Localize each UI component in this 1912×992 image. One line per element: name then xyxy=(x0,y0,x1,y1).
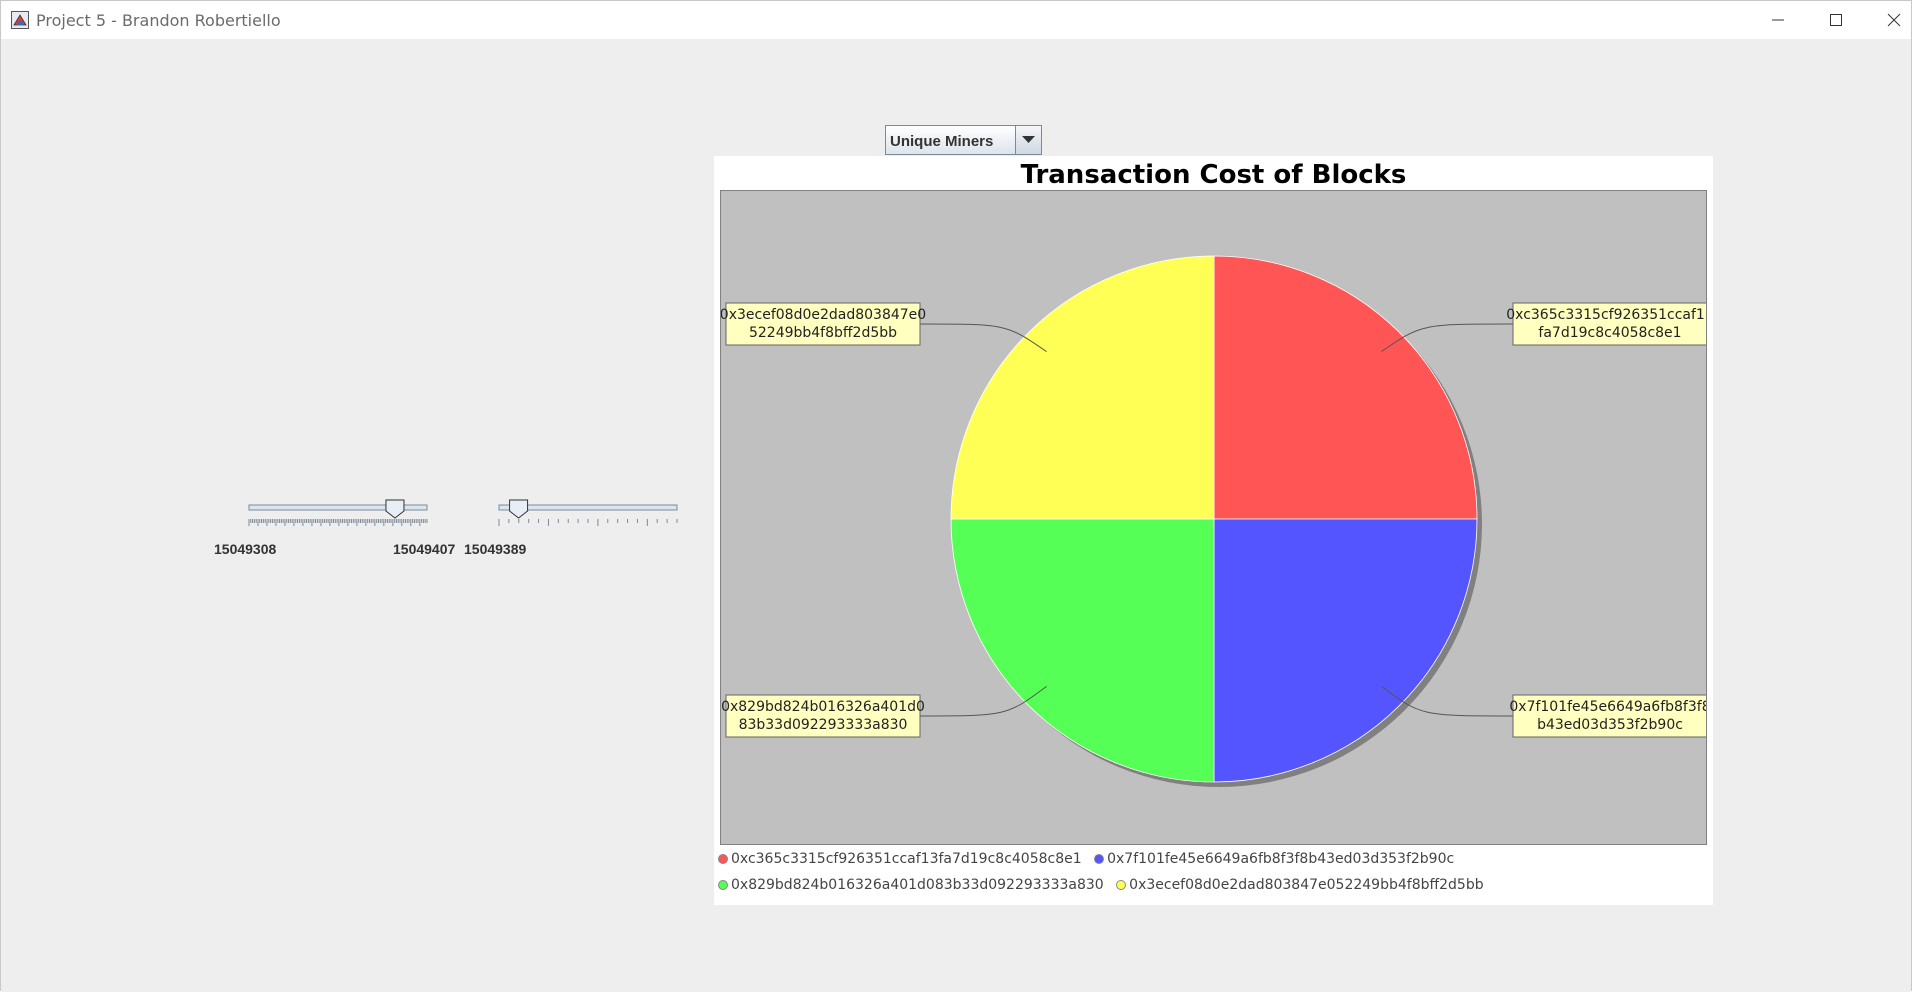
slider-thumb[interactable] xyxy=(385,499,405,519)
legend-swatch xyxy=(1094,853,1105,864)
pie-slice xyxy=(950,255,1215,520)
legend-item: 0xc365c3315cf926351ccaf13fa7d19c8c4058c8… xyxy=(718,851,1082,867)
callout-label-text: 0x3ecef08d0e2dad803847e0 xyxy=(721,307,926,323)
app-window: Project 5 - Brandon Robertiello Unique M… xyxy=(0,0,1912,992)
legend-label: 0x829bd824b016326a401d083b33d092293333a8… xyxy=(731,876,1104,893)
combobox-dropdown-button[interactable] xyxy=(1015,126,1041,154)
legend-swatch xyxy=(718,879,728,890)
end-block-slider-track[interactable] xyxy=(497,499,679,531)
legend-row: 0x829bd824b016326a401d083b33d092293333a8… xyxy=(718,876,1708,902)
callout-label-text: fa7d19c8c4058c8e1 xyxy=(1538,325,1681,341)
legend-row: 0xc365c3315cf926351ccaf13fa7d19c8c4058c8… xyxy=(718,850,1708,876)
maximize-button[interactable] xyxy=(1807,1,1865,39)
legend-label: 0x7f101fe45e6649a6fb8f3f8b43ed03d353f2b9… xyxy=(1107,850,1455,867)
callout-label-text: b43ed03d353f2b90c xyxy=(1537,717,1683,733)
plot-area: 0xc365c3315cf926351ccaf13 fa7d19c8c4058c8… xyxy=(720,190,1707,845)
title-bar: Project 5 - Brandon Robertiello xyxy=(1,1,1911,39)
legend-label: 0xc365c3315cf926351ccaf13fa7d19c8c4058c8… xyxy=(731,850,1082,867)
view-select-combobox[interactable]: Unique Miners xyxy=(885,125,1042,155)
legend-item: 0x3ecef08d0e2dad803847e052249bb4f8bff2d5… xyxy=(1116,876,1484,893)
callout-label-text: 0xc365c3315cf926351ccaf13 xyxy=(1506,307,1706,323)
chart-legend: 0xc365c3315cf926351ccaf13fa7d19c8c4058c8… xyxy=(718,850,1708,902)
start-slider-max-label: 15049407 xyxy=(393,541,456,557)
callout-label-text: 52249bb4f8bff2d5bb xyxy=(749,325,897,341)
close-icon xyxy=(1887,13,1901,27)
start-slider-min-label: 15049308 xyxy=(214,541,277,557)
chart-panel: Transaction Cost of Blocks 0xc365c3315cf… xyxy=(714,156,1713,905)
legend-item: 0x829bd824b016326a401d083b33d092293333a8… xyxy=(718,877,1104,893)
maximize-icon xyxy=(1830,14,1842,26)
pie-slice xyxy=(1213,518,1478,783)
pie-chart: 0xc365c3315cf926351ccaf13 fa7d19c8c4058c8… xyxy=(721,255,1706,787)
slider-thumb[interactable] xyxy=(509,499,529,519)
minimize-button[interactable] xyxy=(1749,1,1807,39)
legend-item: 0x7f101fe45e6649a6fb8f3f8b43ed03d353f2b9… xyxy=(1094,851,1454,867)
start-block-slider-track[interactable] xyxy=(247,499,429,531)
legend-label: 0x3ecef08d0e2dad803847e052249bb4f8bff2d5… xyxy=(1129,876,1484,893)
legend-swatch xyxy=(1116,879,1127,890)
pie-slice xyxy=(1213,255,1478,520)
java-app-icon xyxy=(11,11,29,29)
callout-label-text: 0x7f101fe45e6649a6fb8f3f8 xyxy=(1509,699,1706,715)
chevron-down-icon xyxy=(1022,136,1035,143)
pie-slice xyxy=(950,518,1215,783)
content-pane: Unique Miners 15049308 15049407 15049389… xyxy=(1,39,1911,992)
end-slider-min-label: 15049389 xyxy=(464,541,527,557)
end-block-slider[interactable] xyxy=(497,499,679,531)
combobox-selected-value: Unique Miners xyxy=(890,133,994,150)
start-block-slider[interactable] xyxy=(247,499,429,531)
minimize-icon xyxy=(1772,19,1784,21)
legend-swatch xyxy=(718,853,728,864)
callout-label-text: 0x829bd824b016326a401d0 xyxy=(721,699,925,715)
callout-label-text: 83b33d092293333a830 xyxy=(739,717,908,733)
window-title: Project 5 - Brandon Robertiello xyxy=(36,11,281,30)
close-button[interactable] xyxy=(1865,1,1912,39)
chart-title: Transaction Cost of Blocks xyxy=(1020,160,1407,190)
